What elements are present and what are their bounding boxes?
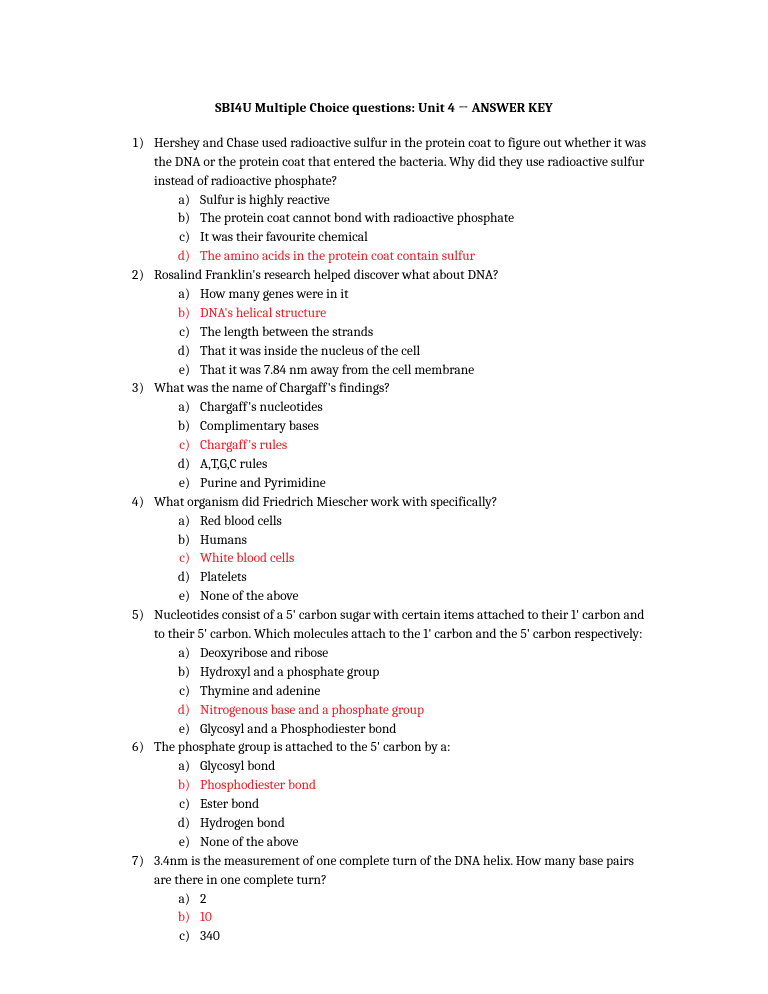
document-title: SBI4U Multiple Choice questions: Unit 4 … [122,100,646,119]
option-item: A,T,G,C rules [196,456,646,475]
option-item: 2 [196,891,646,910]
option-item: That it was 7.84 nm away from the cell m… [196,362,646,381]
option-item: Glycosyl and a Phosphodiester bond [196,721,646,740]
question-item: What organism did Friedrich Miescher wor… [150,494,646,607]
option-item: Thymine and adenine [196,683,646,702]
question-stem: Hershey and Chase used radioactive sulfu… [154,135,646,192]
option-item: Ester bond [196,796,646,815]
option-item: Deoxyribose and ribose [196,645,646,664]
option-item: Phosphodiester bond [196,777,646,796]
option-list: 210340 [154,891,646,948]
question-stem: 3.4nm is the measurement of one complete… [154,853,646,891]
question-item: What was the name of Chargaff's findings… [150,380,646,493]
option-item: Nitrogenous base and a phosphate group [196,702,646,721]
option-list: Chargaff's nucleotidesComplimentary base… [154,399,646,493]
option-item: Platelets [196,569,646,588]
option-item: None of the above [196,834,646,853]
option-item: DNA's helical structure [196,305,646,324]
option-item: It was their favourite chemical [196,229,646,248]
option-list: How many genes were in itDNA's helical s… [154,286,646,380]
option-item: The length between the strands [196,324,646,343]
question-item: The phosphate group is attached to the 5… [150,739,646,852]
option-item: Complimentary bases [196,418,646,437]
option-item: How many genes were in it [196,286,646,305]
question-item: Hershey and Chase used radioactive sulfu… [150,135,646,267]
option-item: Chargaff's rules [196,437,646,456]
question-item: Nucleotides consist of a 5' carbon sugar… [150,607,646,739]
question-stem: What organism did Friedrich Miescher wor… [154,494,646,513]
option-item: The protein coat cannot bond with radioa… [196,210,646,229]
option-item: None of the above [196,588,646,607]
question-item: Rosalind Franklin's research helped disc… [150,267,646,380]
option-item: Red blood cells [196,513,646,532]
option-list: Sulfur is highly reactiveThe protein coa… [154,192,646,268]
option-item: Humans [196,532,646,551]
option-item: Purine and Pyrimidine [196,475,646,494]
option-item: White blood cells [196,550,646,569]
option-list: Red blood cellsHumansWhite blood cellsPl… [154,513,646,607]
option-item: That it was inside the nucleus of the ce… [196,343,646,362]
question-stem: Rosalind Franklin's research helped disc… [154,267,646,286]
option-item: Hydrogen bond [196,815,646,834]
option-item: Glycosyl bond [196,758,646,777]
option-list: Glycosyl bondPhosphodiester bondEster bo… [154,758,646,852]
question-stem: Nucleotides consist of a 5' carbon sugar… [154,607,646,645]
option-item: Sulfur is highly reactive [196,192,646,211]
option-list: Deoxyribose and riboseHydroxyl and a pho… [154,645,646,739]
option-item: 10 [196,909,646,928]
question-stem: The phosphate group is attached to the 5… [154,739,646,758]
question-stem: What was the name of Chargaff's findings… [154,380,646,399]
option-item: The amino acids in the protein coat cont… [196,248,646,267]
option-item: 340 [196,928,646,947]
option-item: Hydroxyl and a phosphate group [196,664,646,683]
question-item: 3.4nm is the measurement of one complete… [150,853,646,947]
option-item: Chargaff's nucleotides [196,399,646,418]
question-list: Hershey and Chase used radioactive sulfu… [122,135,646,947]
